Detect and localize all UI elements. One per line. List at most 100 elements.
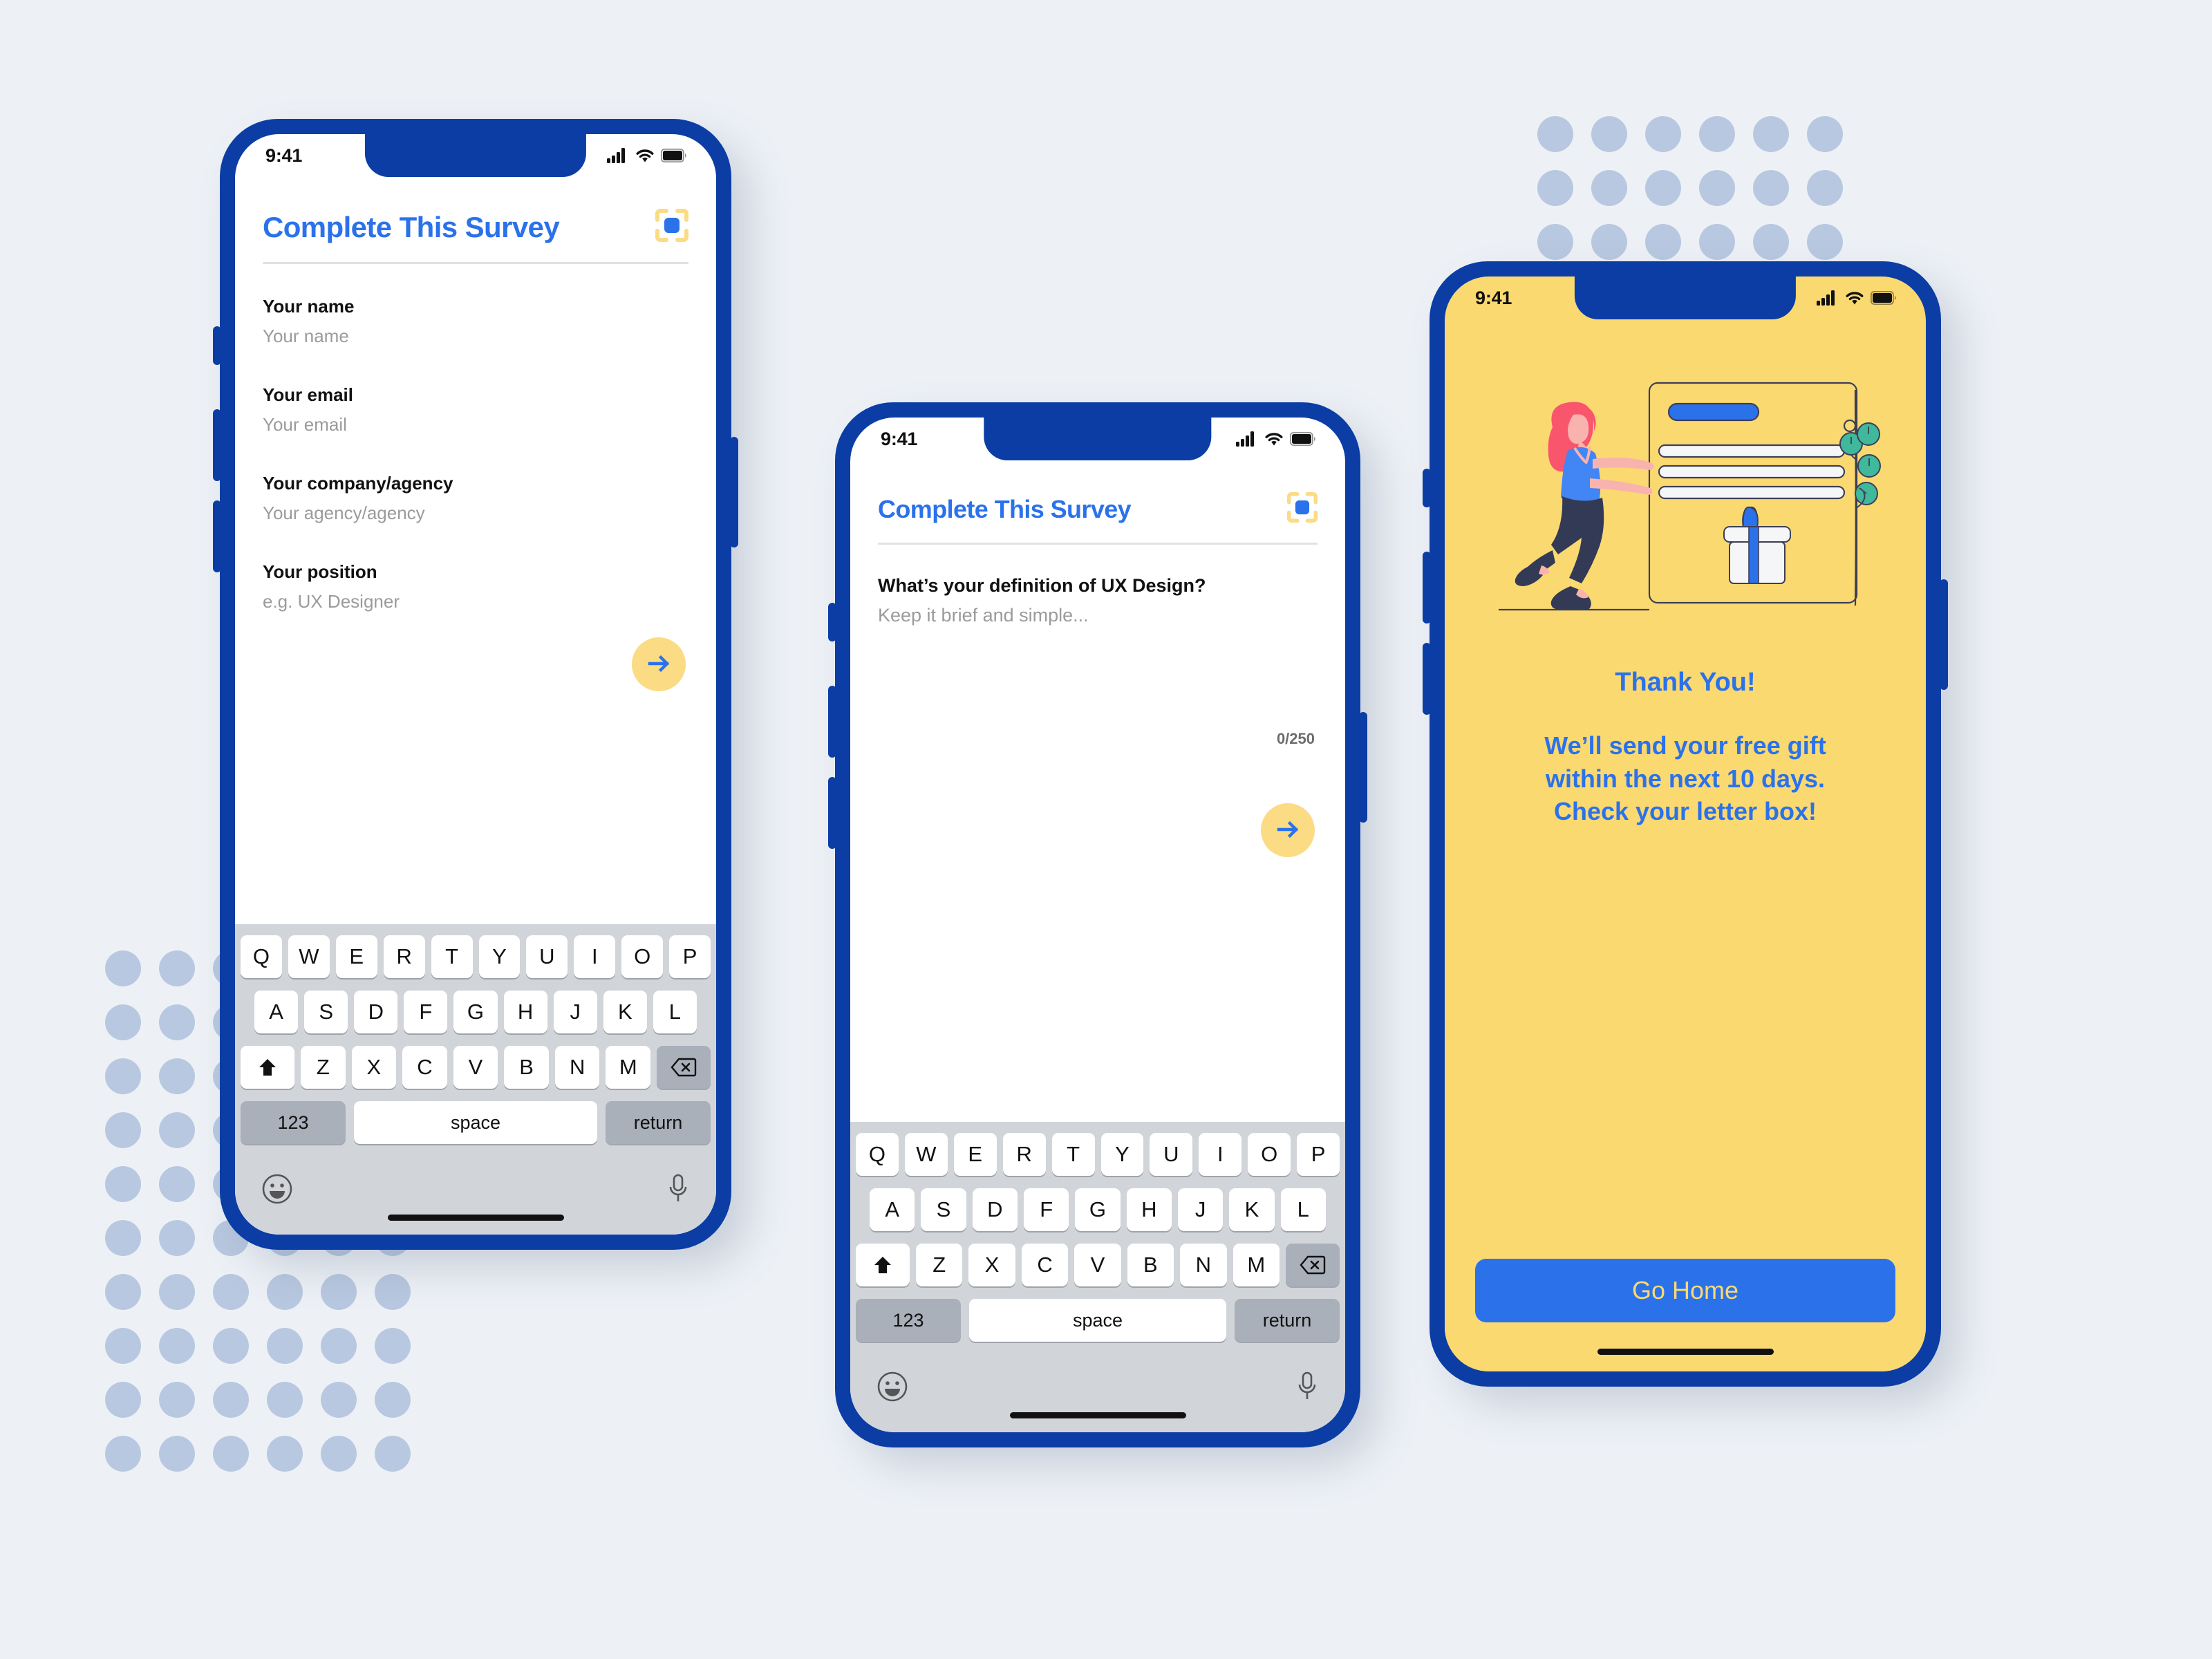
- keyboard-key-s[interactable]: S: [304, 991, 348, 1033]
- keyboard-key-a[interactable]: A: [870, 1188, 915, 1231]
- keyboard-key-g[interactable]: G: [453, 991, 498, 1033]
- status-bar-clock: 9:41: [881, 428, 918, 449]
- keyboard-key-g[interactable]: G: [1075, 1188, 1121, 1231]
- keyboard-key-d[interactable]: D: [972, 1188, 1018, 1231]
- return-key[interactable]: return: [606, 1101, 711, 1144]
- next-step-button[interactable]: [632, 637, 686, 691]
- keyboard-key-e[interactable]: E: [335, 935, 377, 978]
- numbers-key[interactable]: 123: [856, 1299, 961, 1342]
- volume-up-button[interactable]: [213, 409, 221, 481]
- keyboard-key-i[interactable]: I: [574, 935, 616, 978]
- backspace-key[interactable]: [657, 1046, 711, 1089]
- company-field[interactable]: Your agency/agency: [263, 503, 688, 524]
- power-button[interactable]: [730, 437, 738, 547]
- space-key[interactable]: space: [354, 1101, 597, 1144]
- keyboard-key-m[interactable]: M: [1232, 1244, 1280, 1286]
- onscreen-keyboard: QWERTYUIOP ASDFGHJKL ZXCVBNM 123 space r…: [235, 924, 716, 1235]
- shift-key[interactable]: [856, 1244, 910, 1286]
- keyboard-key-l[interactable]: L: [1280, 1188, 1326, 1231]
- return-key[interactable]: return: [1235, 1299, 1340, 1342]
- next-button-row: [850, 748, 1345, 857]
- keyboard-key-b[interactable]: B: [1127, 1244, 1174, 1286]
- home-indicator[interactable]: [1009, 1412, 1186, 1418]
- keyboard-key-t[interactable]: T: [431, 935, 473, 978]
- keyboard-key-f[interactable]: F: [404, 991, 448, 1033]
- keyboard-key-z[interactable]: Z: [301, 1046, 346, 1089]
- keyboard-key-n[interactable]: N: [1180, 1244, 1227, 1286]
- keyboard-key-h[interactable]: H: [503, 991, 547, 1033]
- go-home-button[interactable]: Go Home: [1475, 1259, 1895, 1322]
- decorative-dot: [1807, 224, 1843, 260]
- home-indicator[interactable]: [387, 1215, 564, 1221]
- keyboard-key-p[interactable]: P: [1297, 1133, 1340, 1176]
- keyboard-key-v[interactable]: V: [1074, 1244, 1121, 1286]
- volume-down-button[interactable]: [1423, 643, 1431, 715]
- mute-switch[interactable]: [1423, 469, 1431, 507]
- volume-down-button[interactable]: [213, 500, 221, 572]
- keyboard-key-f[interactable]: F: [1024, 1188, 1069, 1231]
- answer-textarea[interactable]: Keep it brief and simple...: [878, 605, 1318, 626]
- keyboard-key-z[interactable]: Z: [916, 1244, 963, 1286]
- keyboard-key-q[interactable]: Q: [855, 1133, 899, 1176]
- shift-key[interactable]: [241, 1046, 294, 1089]
- decorative-dot: [213, 1328, 249, 1364]
- keyboard-key-o[interactable]: O: [1248, 1133, 1291, 1176]
- keyboard-key-k[interactable]: K: [1229, 1188, 1275, 1231]
- power-button[interactable]: [1359, 712, 1367, 823]
- keyboard-key-k[interactable]: K: [603, 991, 647, 1033]
- keyboard-key-m[interactable]: M: [606, 1046, 651, 1089]
- keyboard-key-u[interactable]: U: [1150, 1133, 1193, 1176]
- power-button[interactable]: [1940, 579, 1948, 690]
- keyboard-key-r[interactable]: R: [1002, 1133, 1046, 1176]
- keyboard-key-r[interactable]: R: [383, 935, 425, 978]
- keyboard-key-i[interactable]: I: [1199, 1133, 1242, 1176]
- emoji-smiley-icon[interactable]: [877, 1371, 908, 1406]
- keyboard-key-e[interactable]: E: [953, 1133, 997, 1176]
- keyboard-key-h[interactable]: H: [1126, 1188, 1172, 1231]
- qr-scan-icon[interactable]: [655, 209, 688, 245]
- microphone-icon[interactable]: [1295, 1371, 1319, 1406]
- keyboard-key-a[interactable]: A: [254, 991, 299, 1033]
- email-field[interactable]: Your email: [263, 414, 688, 435]
- volume-down-button[interactable]: [828, 777, 836, 849]
- arrow-right-icon: [1274, 816, 1302, 845]
- mute-switch[interactable]: [213, 326, 221, 365]
- keyboard-key-v[interactable]: V: [453, 1046, 498, 1089]
- backspace-key[interactable]: [1286, 1244, 1340, 1286]
- keyboard-key-n[interactable]: N: [554, 1046, 600, 1089]
- keyboard-key-p[interactable]: P: [669, 935, 711, 978]
- decorative-dot: [159, 1166, 195, 1202]
- keyboard-key-c[interactable]: C: [1021, 1244, 1069, 1286]
- keyboard-key-j[interactable]: J: [553, 991, 597, 1033]
- keyboard-key-t[interactable]: T: [1051, 1133, 1095, 1176]
- qr-scan-icon[interactable]: [1287, 492, 1318, 526]
- keyboard-key-c[interactable]: C: [402, 1046, 447, 1089]
- keyboard-key-s[interactable]: S: [921, 1188, 966, 1231]
- numbers-key[interactable]: 123: [241, 1101, 346, 1144]
- space-key[interactable]: space: [969, 1299, 1226, 1342]
- keyboard-key-u[interactable]: U: [526, 935, 568, 978]
- emoji-smiley-icon[interactable]: [261, 1173, 293, 1208]
- keyboard-row-1: QWERTYUIOP: [240, 935, 711, 978]
- volume-up-button[interactable]: [1423, 552, 1431, 624]
- submit-answer-button[interactable]: [1261, 803, 1315, 857]
- keyboard-key-b[interactable]: B: [504, 1046, 549, 1089]
- position-field[interactable]: e.g. UX Designer: [263, 591, 688, 612]
- home-indicator[interactable]: [1597, 1349, 1774, 1355]
- keyboard-key-o[interactable]: O: [621, 935, 664, 978]
- microphone-icon[interactable]: [666, 1173, 690, 1208]
- keyboard-key-y[interactable]: Y: [1100, 1133, 1144, 1176]
- keyboard-key-w[interactable]: W: [904, 1133, 948, 1176]
- keyboard-key-x[interactable]: X: [968, 1244, 1015, 1286]
- keyboard-key-w[interactable]: W: [288, 935, 330, 978]
- keyboard-key-l[interactable]: L: [653, 991, 697, 1033]
- question-block: What’s your definition of UX Design? Kee…: [850, 545, 1345, 626]
- keyboard-key-y[interactable]: Y: [478, 935, 521, 978]
- keyboard-key-d[interactable]: D: [354, 991, 398, 1033]
- volume-up-button[interactable]: [828, 686, 836, 758]
- mute-switch[interactable]: [828, 603, 836, 641]
- search-input[interactable]: Your name: [263, 326, 688, 347]
- keyboard-key-j[interactable]: J: [1177, 1188, 1224, 1231]
- keyboard-key-q[interactable]: Q: [240, 935, 282, 978]
- keyboard-key-x[interactable]: X: [351, 1046, 397, 1089]
